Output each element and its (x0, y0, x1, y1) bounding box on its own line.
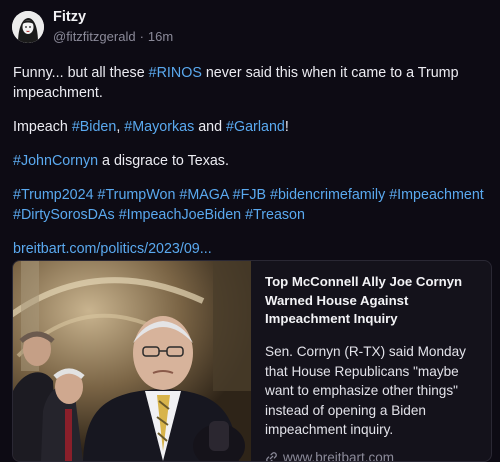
preview-domain-text: www.breitbart.com (283, 449, 395, 462)
hashtag-link[interactable]: #FJB (233, 187, 266, 203)
post-meta: @fitzfitzgerald · 16m (53, 29, 173, 44)
preview-photo (13, 261, 251, 461)
hashtag-link[interactable]: #Garland (226, 119, 285, 135)
hashtag-link[interactable]: #ImpeachJoeBiden (119, 207, 241, 223)
text-run: Funny... but all these (13, 65, 149, 81)
text-run: ! (284, 119, 289, 135)
post-paragraph-1: Funny... but all these #RINOS never said… (13, 63, 493, 103)
hashtag-link[interactable]: #Biden (72, 119, 117, 135)
preview-title[interactable]: Top McConnell Ally Joe Cornyn Warned Hou… (265, 273, 483, 329)
meta-separator: · (139, 29, 144, 44)
hashtag-link[interactable]: #Mayorkas (124, 119, 194, 135)
post: Fitzy @fitzfitzgerald · 16m Funny... but… (0, 0, 500, 462)
hashtag-link[interactable]: #TrumpWon (98, 187, 176, 203)
link-preview-card[interactable]: Top McConnell Ally Joe Cornyn Warned Hou… (12, 260, 492, 462)
text-run: and (194, 119, 227, 135)
avatar[interactable] (12, 11, 44, 43)
post-paragraph-3: #JohnCornyn a disgrace to Texas. (13, 151, 493, 171)
text-run: Impeach (13, 119, 72, 135)
link-paragraph: breitbart.com/politics/2023/09... (13, 239, 493, 259)
preview-description: Sen. Cornyn (R-TX) said Monday that Hous… (265, 344, 466, 438)
author-name[interactable]: Fitzy (53, 9, 86, 25)
author-handle[interactable]: @fitzfitzgerald (53, 29, 136, 44)
hashtag-link[interactable]: #DirtySorosDAs (13, 207, 115, 223)
hashtag-link[interactable]: #Trump2024 (13, 187, 94, 203)
hashtag-link[interactable]: #Treason (245, 207, 305, 223)
text-run: a disgrace to Texas. (98, 153, 229, 169)
link-icon (266, 451, 277, 461)
hashtag-link[interactable]: #bidencrimefamily (270, 187, 385, 203)
post-paragraph-2: Impeach #Biden, #Mayorkas and #Garland! (13, 117, 493, 137)
preview-image[interactable] (13, 261, 251, 461)
hashtag-paragraph: #Trump2024 #TrumpWon #MAGA #FJB #bidencr… (13, 185, 493, 225)
avatar-image (12, 11, 44, 43)
post-time[interactable]: 16m (148, 29, 173, 44)
hashtag-link[interactable]: #JohnCornyn (13, 153, 98, 169)
article-link[interactable]: breitbart.com/politics/2023/09... (13, 241, 212, 257)
hashtag-link[interactable]: #Impeachment (389, 187, 484, 203)
post-body: Funny... but all these #RINOS never said… (13, 63, 493, 273)
hashtag-link[interactable]: #RINOS (149, 65, 202, 81)
hashtag-link[interactable]: #MAGA (179, 187, 228, 203)
preview-domain[interactable]: www.breitbart.com (265, 449, 483, 462)
preview-text: Top McConnell Ally Joe Cornyn Warned Hou… (265, 273, 483, 462)
